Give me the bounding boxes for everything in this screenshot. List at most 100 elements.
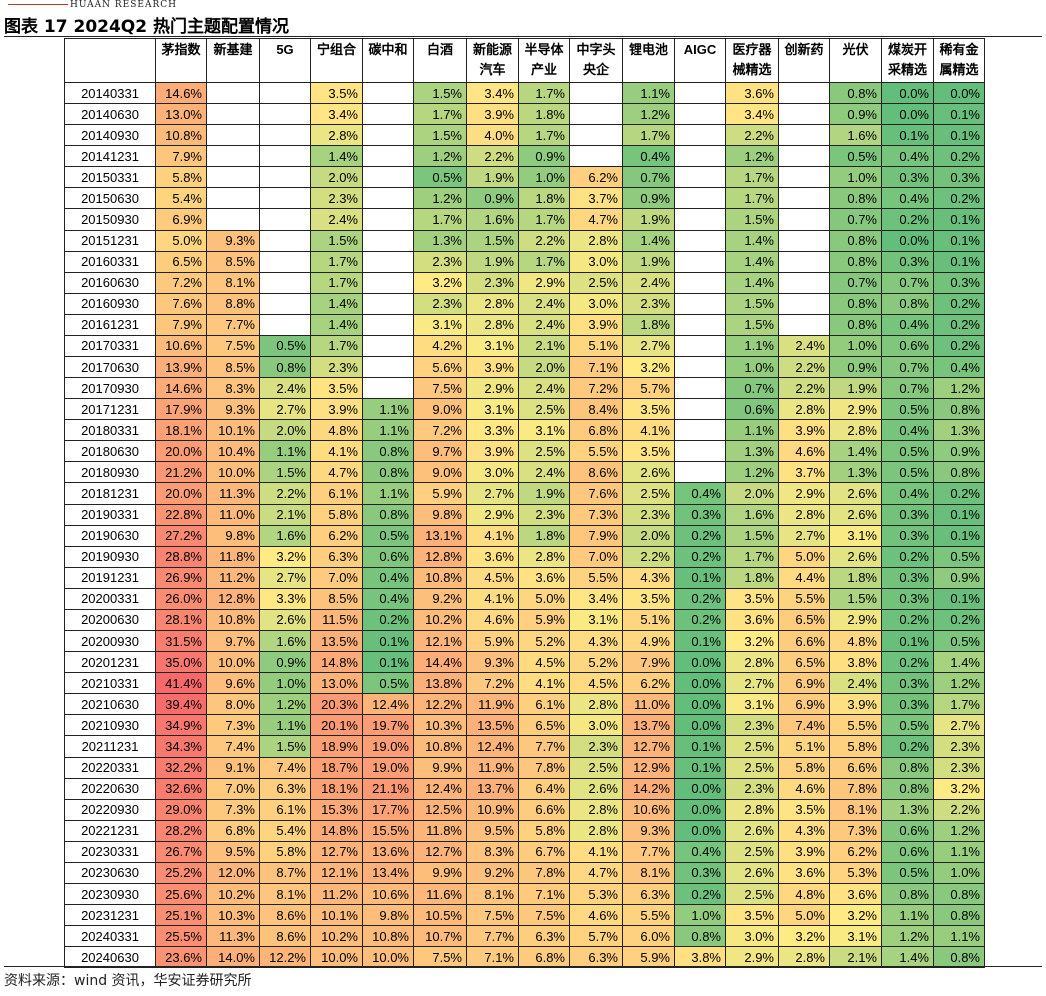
table-row: 20230630 25.2% 12.0% 8.7% 12.1% 13.4% 9.9% 9.2%… (64, 861, 985, 884)
table-cell (778, 229, 830, 252)
table-cell: 3.5% (778, 798, 830, 821)
table-cell: 12.4% (413, 777, 467, 800)
table-cell: 9.2% (413, 587, 467, 610)
table-cell: 1.4% (725, 271, 779, 294)
table-cell: 7.7% (622, 840, 675, 863)
table-cell: 0.8% (259, 356, 311, 379)
table-cell (778, 124, 830, 147)
row-date: 20180331 (64, 419, 156, 442)
table-cell: 4.1% (466, 524, 519, 547)
column-header: 碳中和 (362, 38, 414, 83)
table-cell: 2.3% (933, 756, 985, 779)
table-cell: 8.1% (622, 861, 675, 884)
row-date: 20230630 (64, 861, 156, 884)
table-cell: 1.0% (933, 861, 985, 884)
table-cell: 1.3% (413, 229, 467, 252)
figure-title: 图表 17 2024Q2 热门主题配置情况 (4, 17, 290, 37)
table-cell: 6.1% (310, 482, 363, 505)
table-cell: 13.0% (155, 103, 207, 126)
table-cell: 3.0% (569, 714, 623, 737)
table-cell: 0.3% (881, 250, 934, 273)
table-cell: 20.3% (310, 693, 363, 716)
table-cell: 1.2% (933, 672, 985, 695)
table-row: 20190331 22.8% 11.0% 2.1% 5.8% 0.8% 9.8% 2.9% 2.… (64, 503, 985, 526)
row-date: 20180630 (64, 440, 156, 463)
table-cell: 0.8% (362, 440, 414, 463)
table-cell: 2.7% (466, 482, 519, 505)
table-cell: 2.4% (829, 672, 882, 695)
table-cell: 0.8% (933, 946, 985, 969)
table-cell: 20.0% (155, 440, 207, 463)
row-date: 20211231 (64, 735, 156, 758)
table-cell: 3.1% (413, 313, 467, 336)
table-cell: 1.5% (725, 524, 779, 547)
table-cell: 3.2% (259, 545, 311, 568)
table-cell: 9.8% (206, 524, 260, 547)
table-cell: 9.2% (466, 861, 519, 884)
table-cell: 6.1% (259, 798, 311, 821)
table-cell: 23.6% (155, 946, 207, 969)
table-cell: 3.2% (778, 925, 830, 948)
table-cell: 1.7% (725, 187, 779, 210)
table-cell: 6.3% (518, 925, 570, 948)
table-cell: 0.8% (881, 756, 934, 779)
table-cell: 3.9% (569, 313, 623, 336)
brand-name: HUAAN RESEARCH (70, 0, 177, 10)
table-cell: 32.2% (155, 756, 207, 779)
table-cell (778, 250, 830, 273)
table-cell: 1.2% (413, 187, 467, 210)
table-cell: 0.5% (829, 145, 882, 168)
row-date: 20191231 (64, 566, 156, 589)
table-cell: 0.0% (674, 651, 726, 674)
row-date: 20190331 (64, 503, 156, 526)
table-cell: 6.6% (778, 630, 830, 653)
table-cell: 7.3% (829, 819, 882, 842)
table-cell: 10.0% (206, 461, 260, 484)
table-cell: 2.3% (466, 271, 519, 294)
table-row: 20170331 10.6% 7.5% 0.5% 1.7% 4.2% 3.1% 2.1% 5.1… (64, 334, 985, 358)
table-row: 20240630 23.6% 14.0% 12.2% 10.0% 10.0% 7.5% 7.1… (64, 946, 985, 969)
table-cell: 6.3% (259, 777, 311, 800)
table-cell: 7.7% (518, 735, 570, 758)
table-cell: 4.4% (778, 566, 830, 589)
table-cell: 3.9% (466, 440, 519, 463)
table-cell: 0.4% (674, 840, 726, 863)
table-cell (569, 81, 623, 105)
table-cell: 2.5% (725, 882, 779, 906)
table-cell: 2.2% (518, 229, 570, 252)
table-cell (569, 103, 623, 126)
table-cell: 0.2% (933, 292, 985, 315)
table-cell: 0.4% (362, 566, 414, 589)
table-cell: 3.6% (778, 861, 830, 884)
table-cell: 0.0% (881, 229, 934, 252)
table-cell: 0.4% (881, 187, 934, 210)
row-date: 20240331 (64, 925, 156, 948)
table-cell (206, 103, 260, 126)
table-cell (362, 250, 414, 273)
table-cell: 3.1% (829, 925, 882, 948)
table-cell: 0.9% (622, 187, 675, 210)
table-cell: 5.8% (310, 503, 363, 526)
table-cell (674, 187, 726, 210)
table-cell: 0.7% (881, 271, 934, 294)
table-cell: 12.0% (206, 861, 260, 884)
table-cell (206, 166, 260, 189)
table-cell: 1.3% (881, 798, 934, 821)
table-cell: 0.6% (881, 334, 934, 358)
table-cell: 2.5% (725, 756, 779, 779)
row-date: 20150331 (64, 166, 156, 189)
table-cell: 10.9% (466, 798, 519, 821)
table-cell: 10.4% (206, 440, 260, 463)
row-date: 20151231 (64, 229, 156, 252)
table-cell (206, 124, 260, 147)
table-cell: 1.4% (829, 440, 882, 463)
table-cell: 7.7% (206, 313, 260, 336)
row-date: 20190930 (64, 545, 156, 568)
table-cell: 4.7% (569, 861, 623, 884)
table-cell: 5.5% (829, 714, 882, 737)
row-date: 20140930 (64, 124, 156, 147)
table-cell: 3.2% (725, 630, 779, 653)
table-row: 20151231 5.0% 9.3% 1.5% 1.3% 1.5% 2.2% 2.8% 1.4%… (64, 229, 985, 252)
table-cell (206, 145, 260, 168)
table-cell: 2.4% (622, 271, 675, 294)
